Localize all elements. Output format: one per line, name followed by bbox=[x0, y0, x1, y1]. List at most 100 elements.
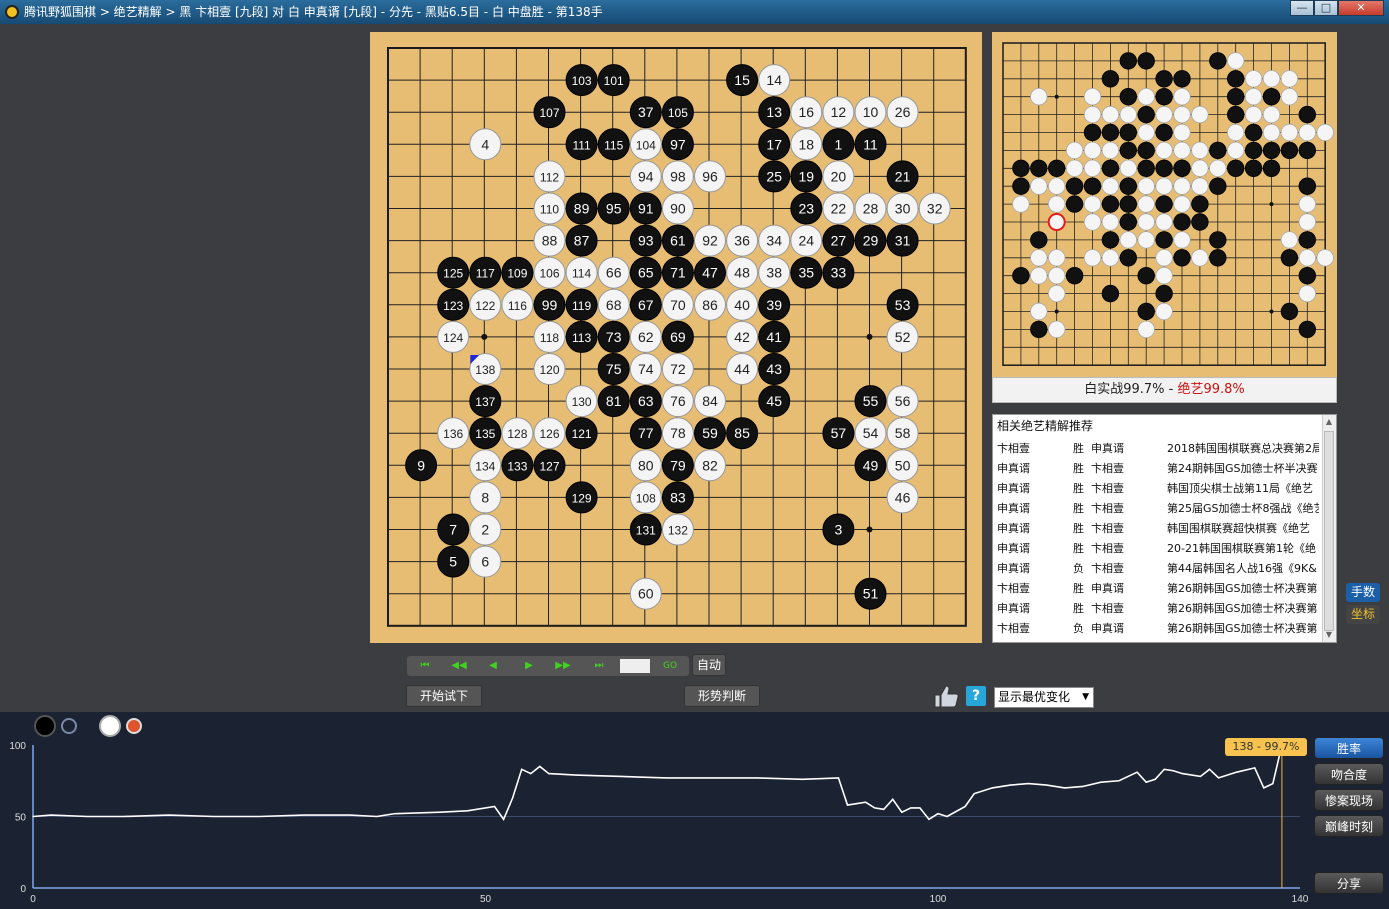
y-tick-label: 100 bbox=[9, 741, 26, 752]
mini-last-move-marker bbox=[1047, 213, 1066, 231]
back-one-icon[interactable]: ◀ bbox=[477, 656, 509, 676]
mini-black-stone bbox=[1191, 213, 1209, 231]
scroll-up-icon[interactable]: ▲ bbox=[1322, 415, 1336, 429]
white-stone: 78 bbox=[661, 417, 694, 450]
black-stone: 21 bbox=[886, 160, 919, 193]
tab-match-rate[interactable]: 吻合度 bbox=[1314, 763, 1384, 785]
move-number: 19 bbox=[799, 168, 815, 184]
scroll-thumb[interactable] bbox=[1324, 431, 1334, 631]
forward-one-icon[interactable]: ▶ bbox=[513, 656, 545, 676]
list-item[interactable]: 申真谞 胜卞相壹 第25届GS加德士杯8强战《绝艺 bbox=[993, 499, 1319, 519]
show-moves-button[interactable]: 手数 bbox=[1346, 583, 1380, 602]
go-button[interactable]: GO bbox=[657, 656, 683, 676]
white-stone: 30 bbox=[886, 192, 919, 225]
move-number: 85 bbox=[734, 425, 750, 441]
thumbs-up-icon[interactable] bbox=[933, 684, 959, 708]
scroll-down-icon[interactable]: ▼ bbox=[1322, 628, 1336, 642]
mini-white-stone bbox=[1280, 231, 1299, 249]
list-item[interactable]: 卞相壹 胜申真谞 第26期韩国GS加德士杯决赛第 bbox=[993, 579, 1319, 599]
last-move-icon[interactable]: ⏭ bbox=[583, 656, 615, 676]
move-number: 37 bbox=[638, 104, 654, 120]
back-ten-icon[interactable]: ◀◀ bbox=[443, 656, 475, 676]
star-point bbox=[866, 333, 873, 340]
first-move-icon[interactable]: ⏮ bbox=[409, 656, 441, 676]
app-logo-icon bbox=[5, 5, 19, 19]
white-legend-icon[interactable] bbox=[99, 715, 121, 737]
tab-winrate[interactable]: 胜率 bbox=[1314, 737, 1384, 759]
mini-black-stone bbox=[1012, 159, 1030, 178]
mini-white-stone bbox=[1155, 249, 1173, 267]
move-number: 111 bbox=[572, 138, 591, 152]
move-number: 16 bbox=[799, 104, 815, 120]
move-number: 61 bbox=[670, 233, 686, 249]
list-item[interactable]: 申真谞 胜卞相壹 第24期韩国GS加德士杯半决赛 bbox=[993, 459, 1319, 479]
black-toggle-icon[interactable] bbox=[61, 718, 77, 734]
event-name: 第26期韩国GS加德士杯决赛第 bbox=[1167, 622, 1318, 635]
winrate-ai: 绝艺99.8% bbox=[1177, 382, 1245, 397]
move-number: 94 bbox=[638, 168, 654, 184]
main-go-board[interactable]: 103 101 15 14 107 37 105 13 16 12 10 26 4 111 115 104 97… bbox=[370, 32, 982, 643]
move-number: 120 bbox=[539, 363, 559, 377]
close-button[interactable]: ✕ bbox=[1338, 0, 1384, 16]
move-number: 45 bbox=[766, 393, 782, 409]
move-number: 44 bbox=[734, 361, 750, 377]
list-item[interactable]: 申真谞 胜卞相壹 20-21韩国围棋联赛第1轮《绝 bbox=[993, 539, 1319, 559]
mini-black-stone bbox=[1119, 195, 1138, 213]
mini-black-stone bbox=[1262, 159, 1281, 178]
panel-scrollbar[interactable]: ▲ ▼ bbox=[1322, 415, 1336, 642]
white-stone: 18 bbox=[790, 128, 823, 161]
winrate-point bbox=[213, 815, 215, 818]
black-stone: 97 bbox=[661, 128, 694, 161]
mini-black-stone bbox=[1280, 141, 1299, 160]
mini-white-stone bbox=[1191, 159, 1209, 178]
move-number: 123 bbox=[443, 299, 463, 313]
list-item[interactable]: 申真谞 胜卞相壹 第26期韩国GS加德士杯决赛第 bbox=[993, 599, 1319, 619]
help-icon[interactable]: ? bbox=[966, 686, 986, 706]
mini-white-stone bbox=[1173, 177, 1191, 195]
mini-white-stone bbox=[1244, 87, 1263, 106]
event-name: 第26期韩国GS加德士杯决赛第 bbox=[1167, 602, 1318, 615]
mini-black-stone bbox=[1155, 87, 1173, 106]
minimize-button[interactable]: — bbox=[1290, 0, 1314, 16]
winrate-point bbox=[1217, 777, 1220, 779]
winrate-point bbox=[1064, 787, 1066, 789]
mini-white-stone bbox=[1191, 177, 1209, 195]
list-item[interactable]: 卞相壹 胜申真谞 2018韩国围棋联赛总决赛第2局 bbox=[993, 439, 1319, 459]
share-button[interactable]: 分享 bbox=[1314, 872, 1384, 894]
mini-black-stone bbox=[1298, 320, 1317, 339]
mini-board bbox=[992, 32, 1337, 377]
list-item[interactable]: 申真谞 胜卞相壹 韩国围棋联赛超快棋赛《绝艺 bbox=[993, 519, 1319, 539]
forward-ten-icon[interactable]: ▶▶ bbox=[547, 656, 579, 676]
try-moves-button[interactable]: 开始试下 bbox=[406, 685, 482, 707]
white-stone: 72 bbox=[661, 353, 694, 385]
move-number: 128 bbox=[507, 427, 527, 441]
black-stone: 83 bbox=[661, 481, 694, 514]
tab-peak-moments[interactable]: 巅峰时刻 bbox=[1314, 815, 1384, 837]
move-number: 8 bbox=[481, 489, 489, 505]
white-toggle-icon[interactable] bbox=[126, 718, 142, 734]
mini-black-stone bbox=[1101, 123, 1120, 142]
white-stone: 2 bbox=[469, 513, 502, 546]
variation-select[interactable]: 显示最优变化 ▼ bbox=[994, 687, 1094, 708]
winrate-point bbox=[1208, 768, 1211, 770]
list-item[interactable]: 申真谞 胜卞相壹 韩国顶尖棋士战第11局《绝艺 bbox=[993, 479, 1319, 499]
maximize-button[interactable]: □ bbox=[1314, 0, 1338, 16]
auto-play-button[interactable]: 自动 bbox=[692, 654, 726, 676]
move-number: 34 bbox=[766, 233, 782, 249]
list-item[interactable]: 卞相壹 负申真谞 第26期韩国GS加德士杯决赛第 bbox=[993, 619, 1319, 639]
black-legend-icon[interactable] bbox=[34, 715, 56, 737]
list-item[interactable]: 申真谞 负卞相壹 第44届韩国名人战16强《9K& bbox=[993, 559, 1319, 579]
judge-position-button[interactable]: 形势判断 bbox=[684, 685, 760, 707]
white-stone: 12 bbox=[822, 96, 855, 129]
move-number: 10 bbox=[863, 104, 879, 120]
result: 胜 bbox=[1073, 602, 1084, 615]
show-coords-button[interactable]: 坐标 bbox=[1346, 605, 1380, 624]
black-stone: 1 bbox=[822, 128, 855, 161]
white-stone: 8 bbox=[469, 481, 502, 514]
mini-white-stone bbox=[1262, 105, 1281, 124]
tab-blunders[interactable]: 惨案现场 bbox=[1314, 789, 1384, 811]
move-number: 43 bbox=[766, 361, 782, 377]
move-number: 51 bbox=[863, 586, 879, 602]
move-number: 131 bbox=[636, 524, 656, 538]
move-number-input[interactable] bbox=[620, 659, 650, 673]
